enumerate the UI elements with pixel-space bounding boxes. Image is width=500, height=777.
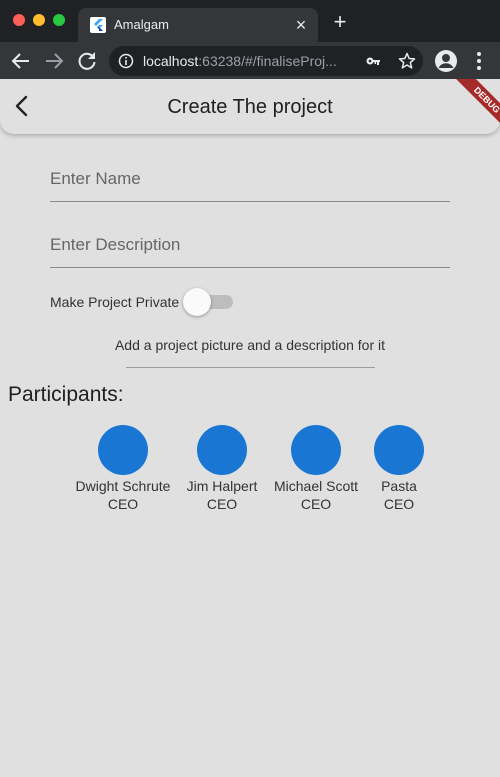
participant-name: Pasta bbox=[381, 478, 417, 494]
description-field bbox=[50, 227, 450, 268]
toggle-thumb bbox=[183, 288, 211, 316]
arrow-left-icon[interactable] bbox=[9, 49, 33, 73]
minimize-window-button[interactable] bbox=[33, 14, 45, 26]
close-icon[interactable]: × bbox=[292, 16, 310, 34]
maximize-window-button[interactable] bbox=[53, 14, 65, 26]
address-bar[interactable]: localhost:63238/#/finaliseProj... bbox=[109, 46, 423, 76]
tab-strip: Amalgam × + bbox=[0, 0, 500, 42]
key-icon[interactable] bbox=[365, 53, 381, 69]
close-window-button[interactable] bbox=[13, 14, 25, 26]
avatar[interactable] bbox=[98, 425, 148, 475]
debug-label: DEBUG bbox=[451, 79, 500, 136]
account-icon[interactable] bbox=[434, 49, 458, 73]
url-host: localhost bbox=[143, 53, 199, 69]
reload-icon[interactable] bbox=[75, 49, 99, 73]
add-picture-prompt[interactable]: Add a project picture and a description … bbox=[0, 337, 500, 354]
browser-tab[interactable]: Amalgam × bbox=[78, 8, 318, 42]
participant-card[interactable]: Pasta CEO bbox=[339, 425, 459, 513]
tab-title: Amalgam bbox=[114, 17, 169, 32]
private-toggle[interactable] bbox=[183, 286, 235, 318]
plus-icon[interactable]: + bbox=[330, 11, 350, 33]
private-toggle-label: Make Project Private bbox=[50, 294, 180, 310]
arrow-right-icon[interactable] bbox=[42, 49, 66, 73]
more-vertical-icon[interactable] bbox=[467, 49, 491, 73]
app-bar: Create The project bbox=[0, 79, 500, 134]
avatar[interactable] bbox=[197, 425, 247, 475]
star-icon[interactable] bbox=[397, 51, 417, 71]
participants-heading: Participants: bbox=[8, 383, 124, 406]
app-content: Create The project DEBUG Make Project Pr… bbox=[0, 79, 500, 777]
browser-window: Amalgam × + localhost:63238/#/finalisePr… bbox=[0, 0, 500, 777]
avatar[interactable] bbox=[291, 425, 341, 475]
name-field bbox=[50, 161, 450, 202]
browser-toolbar: localhost:63238/#/finaliseProj... bbox=[0, 42, 500, 79]
flutter-logo-icon bbox=[90, 17, 106, 33]
info-icon[interactable] bbox=[118, 53, 134, 69]
avatar[interactable] bbox=[374, 425, 424, 475]
debug-banner: DEBUG bbox=[440, 79, 500, 139]
picture-divider bbox=[126, 367, 375, 368]
name-input[interactable] bbox=[50, 161, 450, 197]
address-url: localhost:63238/#/finaliseProj... bbox=[143, 53, 337, 70]
page-title: Create The project bbox=[167, 96, 333, 118]
description-input[interactable] bbox=[50, 227, 450, 263]
participant-role: CEO bbox=[383, 496, 415, 512]
url-path: :63238/#/finaliseProj... bbox=[198, 53, 337, 69]
